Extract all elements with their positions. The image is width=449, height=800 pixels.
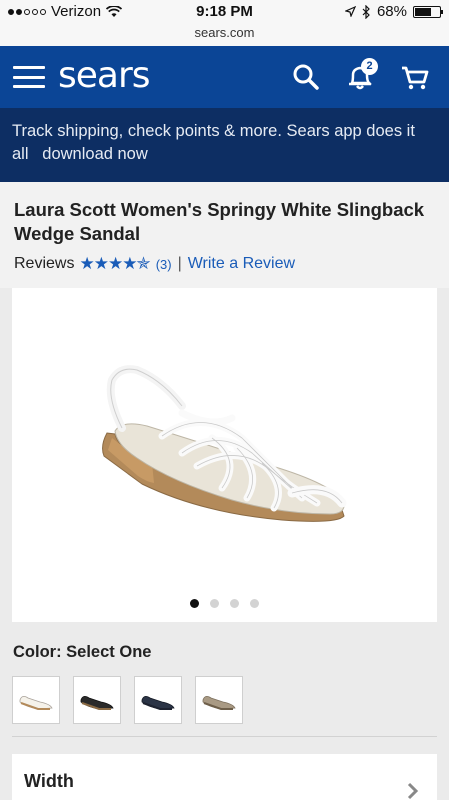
section-divider [12, 736, 437, 737]
status-bar: Verizon 9:18 PM 68% sears.com [0, 0, 449, 46]
search-icon[interactable] [290, 61, 322, 93]
location-icon [344, 6, 356, 17]
color-label: Color: Select One [13, 643, 152, 661]
review-count[interactable]: (3) [156, 257, 172, 272]
site-header: sears 2 [0, 46, 449, 108]
product-image-carousel[interactable] [12, 288, 437, 622]
reviews-label: Reviews [14, 255, 75, 272]
color-swatches [12, 676, 243, 724]
app-promo-banner[interactable]: Track shipping, check points & more. Sea… [0, 108, 449, 182]
url-label: sears.com [194, 25, 255, 40]
sears-logo[interactable]: sears [58, 55, 151, 96]
swatch-taupe[interactable] [195, 676, 243, 724]
download-link[interactable]: download now [42, 145, 148, 163]
star-rating-icon[interactable]: ★★★★✯ [79, 254, 150, 274]
notification-badge: 2 [361, 58, 378, 75]
carousel-dot[interactable] [190, 599, 199, 608]
carousel-dot[interactable] [210, 599, 219, 608]
write-review-link[interactable]: Write a Review [188, 255, 295, 273]
cart-icon[interactable] [399, 61, 431, 93]
product-title: Laura Scott Women's Springy White Slingb… [14, 199, 425, 244]
swatch-black[interactable] [73, 676, 121, 724]
carousel-dot[interactable] [250, 599, 259, 608]
bluetooth-icon [362, 4, 370, 19]
battery-percent: 68% [376, 3, 407, 20]
carousel-dots [12, 599, 437, 608]
battery-icon [413, 5, 443, 18]
menu-icon[interactable] [13, 66, 45, 88]
status-right: 68% [344, 3, 443, 20]
separator: | [177, 255, 182, 272]
carousel-dot[interactable] [230, 599, 239, 608]
width-label: Width [24, 771, 74, 791]
swatch-navy[interactable] [134, 676, 182, 724]
chevron-right-icon [407, 782, 419, 800]
product-header: Laura Scott Women's Springy White Slingb… [0, 182, 449, 288]
width-selector[interactable]: Width [12, 754, 437, 800]
swatch-white[interactable] [12, 676, 60, 724]
sandal-image [102, 365, 347, 522]
reviews-row: Reviews ★★★★✯ (3) | Write a Review [14, 254, 435, 274]
